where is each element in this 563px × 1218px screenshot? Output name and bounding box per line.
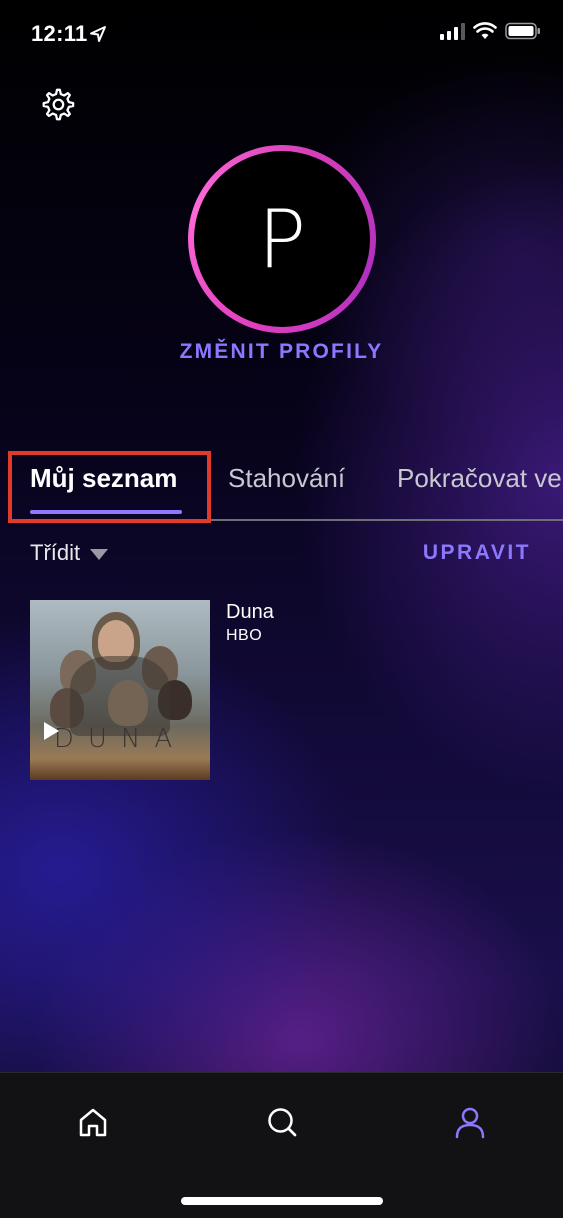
profile-initial: P xyxy=(194,151,370,327)
item-network: HBO xyxy=(226,627,263,644)
status-bar: 12:11 xyxy=(0,0,563,70)
wifi-icon xyxy=(473,22,497,39)
battery-icon xyxy=(505,22,540,40)
profile-avatar[interactable]: P xyxy=(188,145,376,333)
highlight-box xyxy=(8,451,211,523)
switch-profiles-button[interactable]: ZMĚNIT PROFILY xyxy=(0,340,563,364)
edit-button[interactable]: UPRAVIT xyxy=(423,541,531,565)
cellular-signal-icon xyxy=(440,22,465,40)
tab-continue-watching[interactable]: Pokračovat ve xyxy=(397,463,562,494)
status-icons xyxy=(440,22,541,40)
home-indicator xyxy=(181,1197,383,1205)
play-icon[interactable] xyxy=(44,722,59,740)
poster-thumbnail[interactable]: DUNA xyxy=(30,600,210,780)
item-title[interactable]: Duna xyxy=(226,601,274,624)
tabs-divider xyxy=(210,519,563,521)
screen: 12:11 P ZMĚNIT PROFILY Můj seznam Stahov… xyxy=(0,0,563,1218)
sort-label: Třídit xyxy=(30,540,81,565)
location-arrow-icon xyxy=(90,26,106,42)
caret-down-icon xyxy=(90,549,109,560)
settings-gear-icon[interactable] xyxy=(38,86,76,124)
sort-dropdown[interactable]: Třídit xyxy=(30,540,109,566)
status-time: 12:11 xyxy=(31,21,88,46)
profile-icon[interactable] xyxy=(453,1105,487,1139)
tab-downloads[interactable]: Stahování xyxy=(228,463,345,494)
home-icon[interactable] xyxy=(76,1105,110,1139)
search-icon[interactable] xyxy=(265,1105,299,1139)
